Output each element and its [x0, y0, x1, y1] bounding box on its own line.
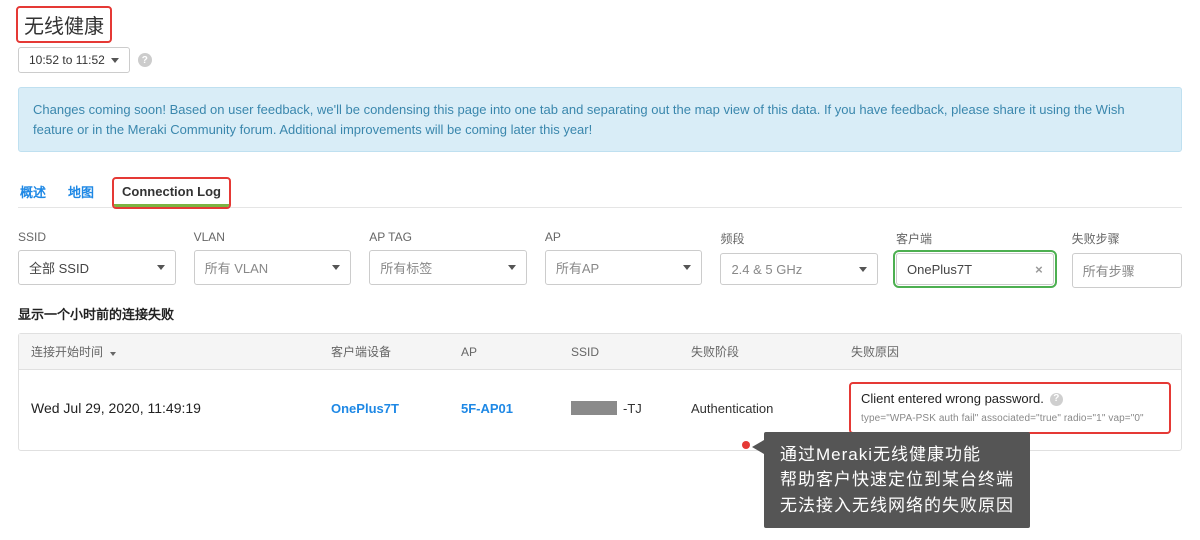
cell-ssid-suffix: -TJ: [623, 401, 642, 416]
cell-stage: Authentication: [691, 401, 851, 416]
filter-ssid-dropdown[interactable]: 全部 SSID: [18, 250, 176, 285]
filter-client-value: OnePlus7T: [907, 262, 972, 277]
reason-title: Client entered wrong password. ?: [861, 390, 1159, 408]
filter-vlan-value: 所有 VLAN: [205, 258, 269, 277]
filter-ap-tag-value: 所有标签: [380, 258, 432, 277]
chevron-down-icon: [111, 58, 119, 63]
filter-step-value: 所有步骤: [1083, 261, 1135, 280]
cell-time: Wed Jul 29, 2020, 11:49:19: [31, 400, 331, 416]
filter-ssid-value: 全部 SSID: [29, 258, 89, 277]
col-reason[interactable]: 失败原因: [851, 343, 1169, 360]
cell-reason: Client entered wrong password. ? type="W…: [851, 384, 1169, 432]
clear-icon[interactable]: ×: [1035, 262, 1043, 277]
filter-client-input[interactable]: OnePlus7T ×: [896, 253, 1054, 285]
annotation-dot-icon: [742, 441, 750, 449]
chevron-down-icon: [859, 267, 867, 272]
tab-connection-log[interactable]: Connection Log: [114, 179, 229, 207]
time-selector-row: 10:52 to 11:52 ?: [18, 47, 1182, 73]
filter-step-label: 失败步骤: [1072, 230, 1182, 247]
col-ssid[interactable]: SSID: [571, 345, 691, 359]
filter-vlan-label: VLAN: [194, 230, 352, 244]
filter-band-value: 2.4 & 5 GHz: [731, 262, 802, 277]
col-ap[interactable]: AP: [461, 345, 571, 359]
cell-ap-link[interactable]: 5F-AP01: [461, 401, 513, 416]
filter-ap: AP 所有AP: [545, 230, 703, 288]
filter-ap-dropdown[interactable]: 所有AP: [545, 250, 703, 285]
annotation-callout: 通过Meraki无线健康功能 帮助客户快速定位到某台终端 无法接入无线网络的失败…: [764, 432, 1030, 529]
tabs: 概述 地图 Connection Log: [18, 176, 1182, 208]
results-summary: 显示一个小时前的连接失败: [18, 304, 1182, 323]
tab-map[interactable]: 地图: [66, 176, 96, 207]
filter-client-label: 客户端: [896, 230, 1054, 247]
filter-step: 失败步骤 所有步骤: [1072, 230, 1182, 288]
reason-detail: type="WPA-PSK auth fail" associated="tru…: [861, 412, 1159, 426]
filter-ap-label: AP: [545, 230, 703, 244]
chevron-down-icon: [508, 265, 516, 270]
filter-step-dropdown[interactable]: 所有步骤: [1072, 253, 1182, 288]
filter-ap-tag-label: AP TAG: [369, 230, 527, 244]
time-range-label: 10:52 to 11:52: [29, 53, 105, 67]
filter-client: 客户端 OnePlus7T ×: [896, 230, 1054, 288]
filters-row: SSID 全部 SSID VLAN 所有 VLAN AP TAG 所有标签 AP…: [18, 230, 1182, 288]
filter-ap-tag-dropdown[interactable]: 所有标签: [369, 250, 527, 285]
annotation-text: 通过Meraki无线健康功能 帮助客户快速定位到某台终端 无法接入无线网络的失败…: [780, 445, 1014, 515]
sort-desc-icon: [110, 352, 116, 356]
filter-ssid: SSID 全部 SSID: [18, 230, 176, 288]
time-range-dropdown[interactable]: 10:52 to 11:52: [18, 47, 130, 73]
chevron-down-icon: [157, 265, 165, 270]
cell-client-link[interactable]: OnePlus7T: [331, 401, 399, 416]
filter-ap-value: 所有AP: [556, 258, 599, 277]
col-time-label: 连接开始时间: [31, 345, 103, 359]
chevron-down-icon: [332, 265, 340, 270]
cell-ssid: -TJ: [571, 401, 691, 416]
redacted-block: [571, 401, 617, 415]
col-client[interactable]: 客户端设备: [331, 343, 461, 360]
filter-ap-tag: AP TAG 所有标签: [369, 230, 527, 288]
filter-band-dropdown[interactable]: 2.4 & 5 GHz: [720, 253, 878, 285]
tab-overview[interactable]: 概述: [18, 176, 48, 207]
chevron-down-icon: [683, 265, 691, 270]
filter-band-label: 频段: [720, 230, 878, 247]
filter-vlan-dropdown[interactable]: 所有 VLAN: [194, 250, 352, 285]
filter-band: 频段 2.4 & 5 GHz: [720, 230, 878, 288]
filter-ssid-label: SSID: [18, 230, 176, 244]
info-banner: Changes coming soon! Based on user feedb…: [18, 87, 1182, 152]
help-icon[interactable]: ?: [1050, 393, 1063, 406]
page-title: 无线健康: [18, 8, 110, 41]
col-stage[interactable]: 失败阶段: [691, 343, 851, 360]
reason-title-text: Client entered wrong password.: [861, 390, 1044, 408]
filter-vlan: VLAN 所有 VLAN: [194, 230, 352, 288]
table-header: 连接开始时间 客户端设备 AP SSID 失败阶段 失败原因: [19, 334, 1181, 370]
help-icon[interactable]: ?: [138, 53, 152, 67]
col-time[interactable]: 连接开始时间: [31, 343, 331, 360]
